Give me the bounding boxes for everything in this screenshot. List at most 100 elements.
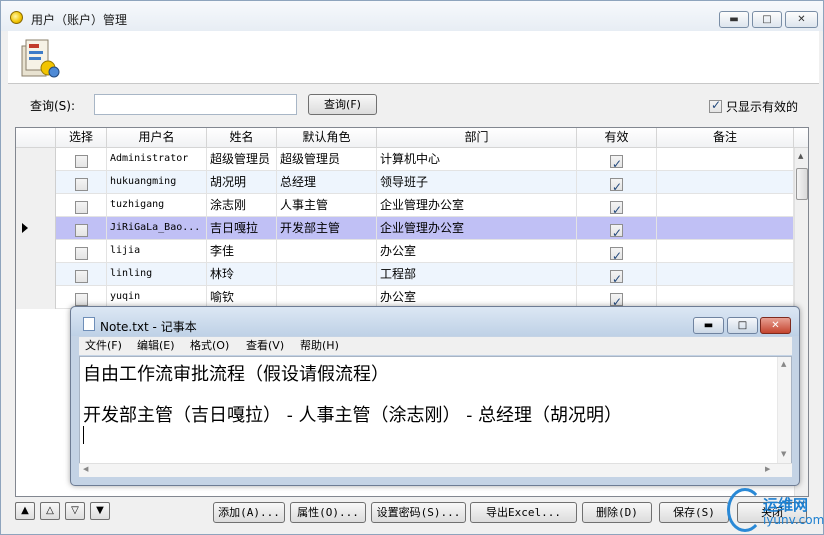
set-password-button[interactable]: 设置密码(S)... — [371, 502, 466, 523]
valid-checkbox[interactable] — [610, 268, 623, 286]
minimize-button[interactable]: ▬ — [719, 11, 749, 28]
table-row-selected[interactable]: JiRiGaLa_Bao... 吉日嘎拉 开发部主管 企业管理办公室 — [16, 217, 794, 240]
column-header-role[interactable]: 默认角色 — [277, 128, 377, 148]
notepad-maximize-button[interactable]: □ — [727, 317, 758, 334]
column-header-valid[interactable]: 有效 — [577, 128, 657, 148]
column-header-select[interactable]: 选择 — [56, 128, 107, 148]
scroll-thumb[interactable] — [796, 168, 808, 200]
column-header-name[interactable]: 姓名 — [207, 128, 277, 148]
select-cell[interactable] — [56, 148, 107, 171]
row-header[interactable] — [16, 148, 56, 171]
table-row[interactable]: Administrator 超级管理员 超级管理员 计算机中心 — [16, 148, 794, 171]
search-input[interactable] — [94, 94, 297, 115]
valid-cell[interactable] — [577, 263, 657, 286]
name-cell[interactable]: 涂志刚 — [207, 194, 277, 217]
name-cell[interactable]: 林玲 — [207, 263, 277, 286]
first-record-button[interactable]: ▲ — [15, 502, 35, 520]
notepad-scroll-down-icon[interactable]: ▼ — [781, 450, 786, 458]
notepad-scroll-left-icon[interactable]: ◀ — [83, 465, 88, 473]
name-cell[interactable]: 胡况明 — [207, 171, 277, 194]
menu-file[interactable]: 文件(F) — [85, 337, 122, 355]
row-header[interactable] — [16, 263, 56, 286]
note-cell[interactable] — [657, 240, 794, 263]
search-button[interactable]: 查询(F) — [308, 94, 377, 115]
note-cell[interactable] — [657, 148, 794, 171]
note-cell[interactable] — [657, 217, 794, 240]
only-valid-filter[interactable]: 只显示有效的 — [709, 98, 798, 115]
close-window-button[interactable]: ✕ — [785, 11, 818, 28]
select-cell[interactable] — [56, 217, 107, 240]
select-checkbox[interactable] — [75, 293, 88, 306]
username-cell[interactable]: tuzhigang — [107, 194, 207, 217]
notepad-close-button[interactable]: ✕ — [760, 317, 791, 334]
notepad-scroll-up-icon[interactable]: ▲ — [781, 360, 786, 368]
maximize-button[interactable]: □ — [752, 11, 782, 28]
role-cell[interactable]: 超级管理员 — [277, 148, 377, 171]
menu-format[interactable]: 格式(O) — [190, 337, 229, 355]
valid-checkbox[interactable] — [610, 199, 623, 217]
role-cell[interactable]: 总经理 — [277, 171, 377, 194]
valid-checkbox[interactable] — [610, 245, 623, 263]
menu-view[interactable]: 查看(V) — [246, 337, 284, 355]
valid-checkbox[interactable] — [610, 176, 623, 194]
row-header[interactable] — [16, 240, 56, 263]
select-checkbox[interactable] — [75, 270, 88, 283]
role-cell[interactable]: 开发部主管 — [277, 217, 377, 240]
scroll-up-icon[interactable]: ▲ — [798, 152, 803, 160]
note-cell[interactable] — [657, 263, 794, 286]
select-cell[interactable] — [56, 240, 107, 263]
note-cell[interactable] — [657, 194, 794, 217]
table-row[interactable]: hukuangming 胡况明 总经理 领导班子 — [16, 171, 794, 194]
properties-button[interactable]: 属性(O)... — [290, 502, 366, 523]
username-cell[interactable]: hukuangming — [107, 171, 207, 194]
name-cell[interactable]: 吉日嘎拉 — [207, 217, 277, 240]
row-header[interactable] — [16, 286, 56, 309]
notepad-minimize-button[interactable]: ▬ — [693, 317, 724, 334]
username-cell[interactable]: JiRiGaLa_Bao... — [107, 217, 207, 240]
row-header[interactable] — [16, 171, 56, 194]
row-header[interactable] — [16, 217, 56, 240]
role-cell[interactable]: 人事主管 — [277, 194, 377, 217]
select-cell[interactable] — [56, 194, 107, 217]
select-checkbox[interactable] — [75, 201, 88, 214]
name-cell[interactable]: 超级管理员 — [207, 148, 277, 171]
role-cell[interactable] — [277, 240, 377, 263]
department-cell[interactable]: 企业管理办公室 — [377, 217, 577, 240]
title-bar[interactable]: 用户（账户）管理 ▬ □ ✕ — [1, 1, 823, 31]
valid-checkbox[interactable] — [610, 291, 623, 309]
select-checkbox[interactable] — [75, 155, 88, 168]
username-cell[interactable]: Administrator — [107, 148, 207, 171]
table-row[interactable]: linling 林玲 工程部 — [16, 263, 794, 286]
department-cell[interactable]: 计算机中心 — [377, 148, 577, 171]
column-header-username[interactable]: 用户名 — [107, 128, 207, 148]
notepad-text-area[interactable]: 自由工作流审批流程（假设请假流程） 开发部主管（吉日嘎拉） - 人事主管（涂志刚… — [79, 356, 792, 464]
table-row[interactable]: lijia 李佳 办公室 — [16, 240, 794, 263]
notepad-horizontal-scrollbar[interactable]: ◀ ▶ — [79, 463, 792, 477]
next-record-button[interactable]: ▽ — [65, 502, 85, 520]
department-cell[interactable]: 企业管理办公室 — [377, 194, 577, 217]
username-cell[interactable]: lijia — [107, 240, 207, 263]
select-checkbox[interactable] — [75, 178, 88, 191]
previous-record-button[interactable]: △ — [40, 502, 60, 520]
select-cell[interactable] — [56, 263, 107, 286]
export-excel-button[interactable]: 导出Excel... — [470, 502, 577, 523]
select-checkbox[interactable] — [75, 247, 88, 260]
notepad-scroll-right-icon[interactable]: ▶ — [765, 465, 770, 473]
notepad-title-bar[interactable]: Note.txt - 记事本 ▬ □ ✕ — [71, 307, 799, 336]
department-cell[interactable]: 领导班子 — [377, 171, 577, 194]
column-header-department[interactable]: 部门 — [377, 128, 577, 148]
role-cell[interactable] — [277, 263, 377, 286]
department-cell[interactable]: 办公室 — [377, 240, 577, 263]
select-cell[interactable] — [56, 171, 107, 194]
valid-cell[interactable] — [577, 148, 657, 171]
username-cell[interactable]: linling — [107, 263, 207, 286]
valid-cell[interactable] — [577, 240, 657, 263]
valid-cell[interactable] — [577, 194, 657, 217]
valid-checkbox[interactable] — [610, 222, 623, 240]
note-cell[interactable] — [657, 171, 794, 194]
select-checkbox[interactable] — [75, 224, 88, 237]
valid-cell[interactable] — [577, 217, 657, 240]
menu-help[interactable]: 帮助(H) — [300, 337, 339, 355]
row-header[interactable] — [16, 194, 56, 217]
name-cell[interactable]: 李佳 — [207, 240, 277, 263]
